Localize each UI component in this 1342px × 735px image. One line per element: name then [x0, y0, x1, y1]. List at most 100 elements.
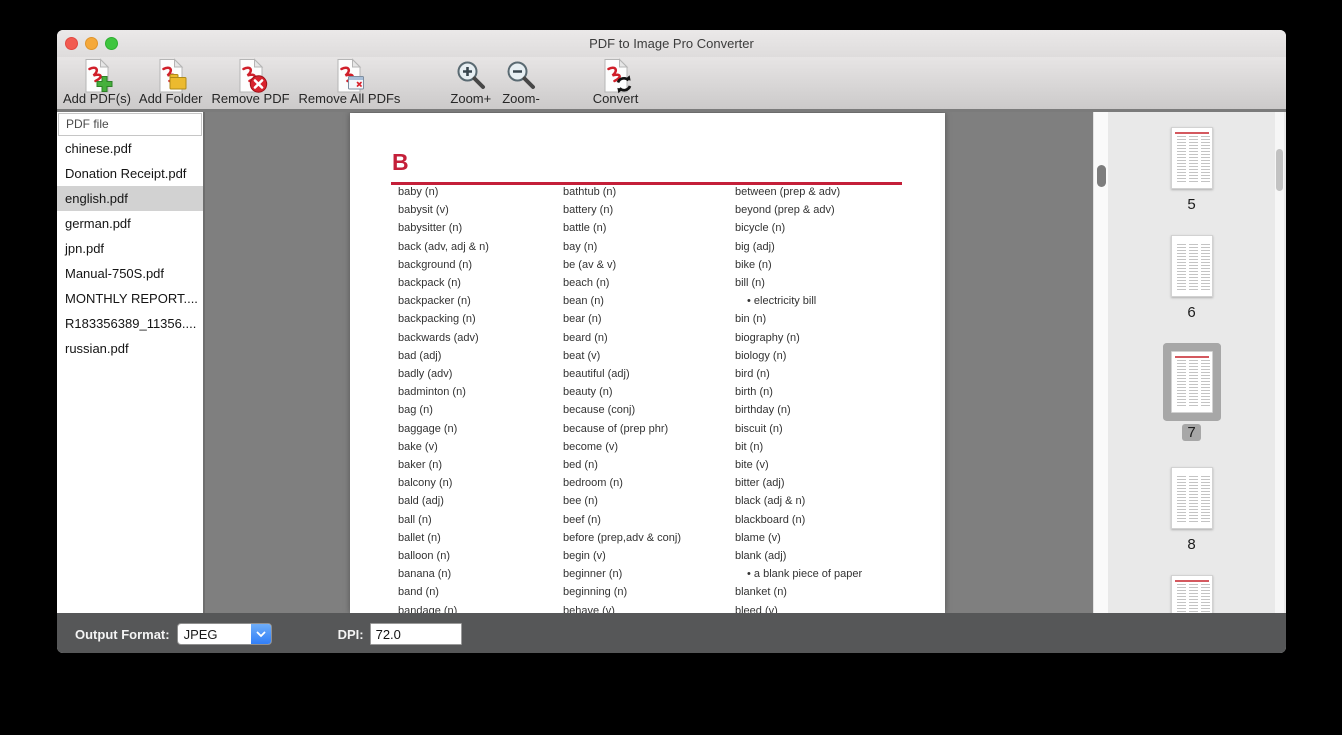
thumbnail-page-5[interactable]: 5 [1171, 127, 1213, 213]
word-entry: biography (n) [735, 332, 800, 344]
word-entry: because (conj) [563, 404, 635, 416]
word-entry: bandage (n) [398, 605, 457, 613]
chevron-down-icon [251, 623, 271, 645]
word-entry: between (prep & adv) [735, 186, 840, 198]
thumbnail-image [1171, 351, 1213, 413]
word-entry: bicycle (n) [735, 222, 785, 234]
remove-all-button[interactable]: Remove All PDFs [299, 59, 401, 106]
close-window-button[interactable] [65, 37, 78, 50]
word-entry: backpacking (n) [398, 313, 476, 325]
word-entry: blackboard (n) [735, 514, 805, 526]
word-entry: beginner (n) [563, 568, 622, 580]
word-entry: bear (n) [563, 313, 602, 325]
thumbnail-text-column [1177, 244, 1186, 290]
word-entry: babysitter (n) [398, 222, 462, 234]
word-entry: banana (n) [398, 568, 451, 580]
thumbnail-text-column [1201, 136, 1210, 182]
word-entry: beauty (n) [563, 386, 613, 398]
word-entry: beach (n) [563, 277, 609, 289]
zoom-in-label: Zoom+ [450, 91, 491, 106]
word-entry: become (v) [563, 441, 618, 453]
file-list-item[interactable]: chinese.pdf [57, 136, 203, 161]
thumbnail-text-column [1201, 584, 1210, 613]
zoom-out-button[interactable]: Zoom- [502, 59, 540, 106]
output-format-label: Output Format: [75, 627, 170, 642]
file-list-header: PDF file [58, 113, 202, 136]
window-title: PDF to Image Pro Converter [57, 30, 1286, 57]
thumbnail-page-6[interactable]: 6 [1171, 235, 1213, 321]
thumbnail-text-column [1177, 584, 1186, 613]
add-pdf-label: Add PDF(s) [63, 91, 131, 106]
word-entry: • electricity bill [747, 295, 816, 307]
word-entry: balcony (n) [398, 477, 452, 489]
thumbnail-page-8[interactable]: 8 [1171, 467, 1213, 553]
preview-scrollbar-handle[interactable] [1097, 165, 1106, 187]
word-entry: black (adj & n) [735, 495, 805, 507]
thumbnail-page-7[interactable]: 7 [1171, 351, 1213, 441]
add-folder-button[interactable]: Add Folder [139, 59, 203, 106]
word-entry: bill (n) [735, 277, 765, 289]
thumbnail-scrollbar[interactable] [1275, 112, 1284, 613]
remove-pdf-label: Remove PDF [212, 91, 290, 106]
word-entry: behave (v) [563, 605, 615, 613]
thumbnail-text-column [1201, 360, 1210, 406]
zoom-window-button[interactable] [105, 37, 118, 50]
word-entry: bathtub (n) [563, 186, 616, 198]
thumbnail-text-column [1189, 584, 1198, 613]
thumbnail-panel: 5 6 7 8 9 [1108, 112, 1275, 613]
word-entry: badly (adv) [398, 368, 452, 380]
thumbnail-text-column [1189, 136, 1198, 182]
thumbnail-text-column [1189, 360, 1198, 406]
thumbnail-page-number: 6 [1182, 304, 1200, 321]
word-entry: birth (n) [735, 386, 773, 398]
word-entry: bean (n) [563, 295, 604, 307]
remove-all-icon [331, 59, 367, 93]
file-list-item[interactable]: Donation Receipt.pdf [57, 161, 203, 186]
word-entry: • a blank piece of paper [747, 568, 862, 580]
word-entry: bald (adj) [398, 495, 444, 507]
zoom-out-label: Zoom- [502, 91, 540, 106]
word-entry: bake (v) [398, 441, 438, 453]
thumbnail-text-column [1177, 476, 1186, 522]
word-entry: balloon (n) [398, 550, 450, 562]
word-entry: bay (n) [563, 241, 597, 253]
word-entry: bin (n) [735, 313, 766, 325]
file-list-item[interactable]: R183356389_11356.... [57, 311, 203, 336]
word-entry: backpack (n) [398, 277, 461, 289]
thumbnail-text-column [1201, 476, 1210, 522]
word-entry: be (av & v) [563, 259, 616, 271]
preview-area: B baby (n)babysit (v)babysitter (n)back … [205, 112, 1093, 613]
remove-all-label: Remove All PDFs [299, 91, 401, 106]
remove-pdf-button[interactable]: Remove PDF [212, 59, 290, 106]
thumbnail-page-9[interactable]: 9 [1171, 575, 1213, 613]
word-entry: bike (n) [735, 259, 772, 271]
zoom-in-button[interactable]: Zoom+ [450, 59, 491, 106]
minimize-window-button[interactable] [85, 37, 98, 50]
pdf-page-preview: B baby (n)babysit (v)babysitter (n)back … [350, 113, 945, 613]
file-list-item[interactable]: Manual-750S.pdf [57, 261, 203, 286]
dpi-input[interactable] [370, 623, 462, 645]
thumbnail-text-column [1189, 476, 1198, 522]
traffic-lights [65, 37, 118, 50]
word-entry: blanket (n) [735, 586, 787, 598]
dpi-label: DPI: [338, 627, 364, 642]
thumbnail-image [1171, 127, 1213, 189]
main-content: PDF file chinese.pdfDonation Receipt.pdf… [57, 112, 1286, 613]
convert-button[interactable]: Convert [593, 59, 639, 106]
word-entry: beard (n) [563, 332, 608, 344]
word-entry: babysit (v) [398, 204, 449, 216]
file-list-item[interactable]: jpn.pdf [57, 236, 203, 261]
title-bar: PDF to Image Pro Converter [57, 30, 1286, 57]
remove-pdf-icon [233, 59, 269, 93]
add-pdf-button[interactable]: Add PDF(s) [63, 59, 131, 106]
word-entry: beyond (prep & adv) [735, 204, 835, 216]
file-list-item[interactable]: german.pdf [57, 211, 203, 236]
file-list-item[interactable]: MONTHLY REPORT.... [57, 286, 203, 311]
thumbnail-scrollbar-handle[interactable] [1276, 149, 1283, 191]
output-format-select[interactable]: JPEG [177, 623, 272, 645]
thumbnail-text-column [1189, 244, 1198, 290]
word-entry: bitter (adj) [735, 477, 785, 489]
file-list-item[interactable]: english.pdf [57, 186, 203, 211]
file-list-item[interactable]: russian.pdf [57, 336, 203, 361]
preview-scrollbar[interactable] [1093, 112, 1108, 613]
